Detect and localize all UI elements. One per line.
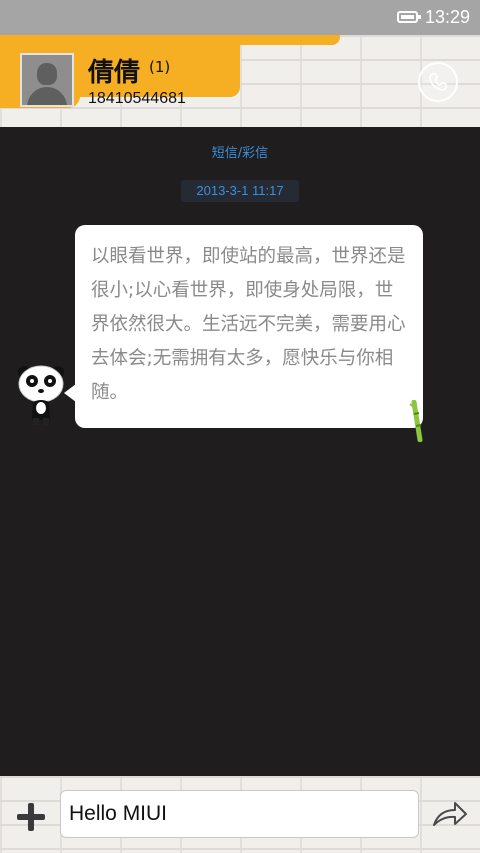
- plus-icon[interactable]: [17, 803, 45, 831]
- contact-name[interactable]: 倩倩: [88, 52, 140, 89]
- panda-avatar-icon[interactable]: [16, 362, 66, 426]
- message-type-label: 短信/彩信: [211, 146, 269, 161]
- contact-phone-number: 18410544681: [88, 90, 186, 107]
- send-arrow-icon[interactable]: [431, 800, 469, 830]
- status-time: 13:29: [425, 7, 471, 27]
- contact-avatar[interactable]: [20, 53, 74, 107]
- message-input[interactable]: [60, 790, 419, 838]
- bamboo-icon: [409, 400, 423, 442]
- call-button[interactable]: [418, 62, 458, 102]
- conversation-header: 倩倩 (1) 18410544681: [0, 35, 480, 127]
- message-bubble[interactable]: 以眼看世界，即使站的最高，世界还是很小;以心看世界，即使身处局限，世界依然很大。…: [75, 225, 423, 428]
- composer-bar: [0, 776, 480, 853]
- battery-icon: [397, 11, 421, 23]
- phone-call-icon: [429, 73, 447, 91]
- message-count: (1): [149, 58, 171, 76]
- message-text: 以眼看世界，即使站的最高，世界还是很小;以心看世界，即使身处局限，世界依然很大。…: [91, 246, 406, 403]
- status-bar: 13:29: [0, 0, 480, 35]
- message-timestamp: 2013-3-1 11:17: [181, 180, 299, 202]
